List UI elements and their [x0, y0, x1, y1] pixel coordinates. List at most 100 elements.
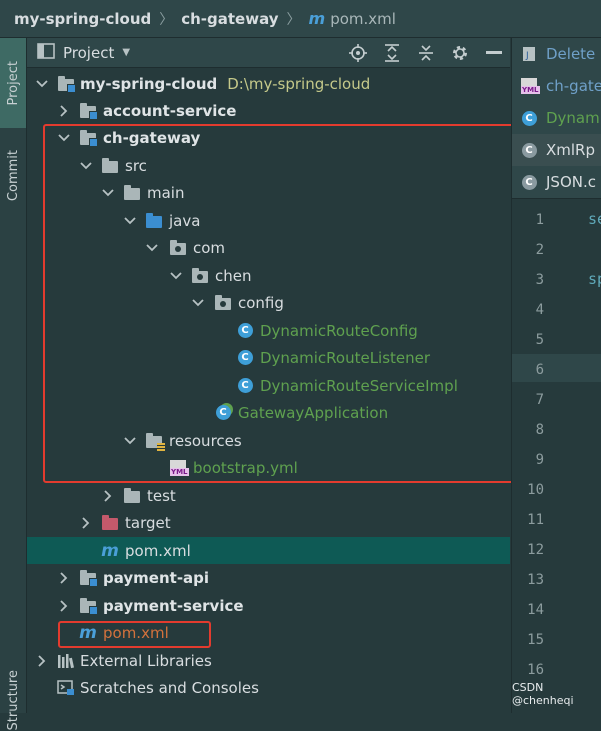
chevron-right-icon[interactable] — [79, 516, 93, 530]
tree-node-src[interactable]: src — [27, 152, 510, 179]
editor-tab[interactable]: C JSON.c — [512, 166, 601, 199]
chevron-right-icon[interactable] — [35, 654, 49, 668]
module-folder-icon — [57, 75, 76, 93]
folder-icon — [101, 157, 119, 175]
line-number: 5 — [535, 332, 544, 348]
java-file-icon: J — [521, 46, 537, 62]
line-number: 9 — [535, 452, 544, 468]
tree-node-label: target — [125, 513, 171, 532]
yml-file-icon: YML — [521, 78, 540, 94]
tree-node-payment-service[interactable]: payment-service — [27, 592, 510, 619]
tree-node-ch-gateway[interactable]: ch-gateway — [27, 124, 510, 151]
chevron-right-icon[interactable] — [57, 104, 71, 118]
watermark: CSDN @chenheqi — [512, 681, 574, 707]
tree-node-config[interactable]: config — [27, 289, 510, 316]
tool-tab-commit[interactable]: Commit — [0, 136, 26, 216]
maven-icon: m — [79, 622, 97, 643]
breadcrumb-module[interactable]: ch-gateway — [181, 10, 278, 28]
chevron-down-icon[interactable] — [123, 214, 137, 228]
tree-node-target[interactable]: target — [27, 509, 510, 536]
chevron-down-icon[interactable] — [57, 131, 71, 145]
tree-node-resources[interactable]: resources — [27, 427, 510, 454]
breadcrumb-project[interactable]: my-spring-cloud — [14, 10, 151, 28]
chevron-right-icon[interactable] — [101, 489, 115, 503]
java-class-icon: C — [236, 377, 254, 395]
tree-node-external-libraries[interactable]: External Libraries — [27, 647, 510, 674]
tree-node-pom-selected[interactable]: m pom.xml — [27, 537, 510, 564]
tree-node-root-pom[interactable]: m pom.xml — [27, 619, 510, 646]
chevron-right-icon[interactable] — [57, 599, 71, 613]
editor-tab[interactable]: C Dynam — [512, 102, 601, 135]
tree-node-label: bootstrap.yml — [193, 458, 298, 477]
java-class-icon: C — [521, 110, 537, 126]
tree-node-java[interactable]: java — [27, 207, 510, 234]
tree-node-com[interactable]: com — [27, 234, 510, 261]
tree-node-scratches[interactable]: Scratches and Consoles — [27, 674, 510, 701]
editor-tab-label: Dynam — [546, 109, 600, 127]
tree-node-label: my-spring-cloud D:\my-spring-cloud — [80, 75, 370, 93]
tree-node-class[interactable]: C DynamicRouteConfig — [27, 317, 510, 344]
line-number: 1 — [535, 212, 544, 228]
java-class-icon: C — [236, 322, 254, 340]
editor-tab[interactable]: YML ch-gate — [512, 70, 601, 103]
chevron-right-icon[interactable] — [57, 571, 71, 585]
tree-node-label: test — [147, 486, 176, 505]
code-text[interactable]: sp — [588, 270, 601, 288]
tree-node-chen[interactable]: chen — [27, 262, 510, 289]
gear-icon[interactable] — [450, 43, 470, 63]
tree-node-test[interactable]: test — [27, 482, 510, 509]
line-number: 2 — [535, 242, 544, 258]
tree-node-main[interactable]: main — [27, 179, 510, 206]
line-number: 7 — [535, 392, 544, 408]
tree-node-label: pom.xml — [103, 623, 169, 642]
tool-tab-commit-label: Commit — [5, 150, 21, 202]
project-view-selector[interactable]: Project ▼ — [37, 42, 130, 63]
editor-area: J Delete YML ch-gate C Dynam C XmlRp C J… — [511, 38, 601, 713]
project-tree: my-spring-cloud D:\my-spring-cloud accoun… — [27, 70, 510, 713]
tree-node-class[interactable]: C DynamicRouteServiceImpl — [27, 372, 510, 399]
tree-node-label: payment-api — [103, 568, 210, 587]
editor-tab[interactable]: J Delete — [512, 38, 601, 71]
tool-tab-structure[interactable]: Structure — [0, 670, 26, 730]
expand-all-icon[interactable] — [382, 43, 402, 63]
tree-node-class[interactable]: C DynamicRouteListener — [27, 344, 510, 371]
maven-icon: m — [101, 540, 119, 561]
chevron-down-icon[interactable] — [35, 77, 49, 91]
tool-tab-project[interactable]: Project — [0, 38, 26, 128]
tree-node-label: payment-service — [103, 596, 244, 615]
editor-tab[interactable]: C XmlRp — [512, 134, 601, 167]
line-number: 8 — [535, 422, 544, 438]
chevron-down-icon[interactable] — [145, 241, 159, 255]
maven-icon: m — [308, 9, 326, 28]
tree-node-file[interactable]: YML bootstrap.yml — [27, 454, 510, 481]
chevron-down-icon[interactable] — [101, 186, 115, 200]
package-icon — [214, 294, 232, 312]
locate-icon[interactable] — [348, 43, 368, 63]
tree-node-class[interactable]: C GatewayApplication — [27, 399, 510, 426]
collapse-all-icon[interactable] — [416, 43, 436, 63]
code-text[interactable]: se — [588, 210, 601, 228]
line-number: 16 — [527, 662, 544, 678]
tool-window-stripe: Project Commit Structure — [0, 38, 27, 731]
line-number: 14 — [527, 602, 544, 618]
tree-node-label: resources — [169, 431, 242, 450]
tree-node-label: GatewayApplication — [238, 403, 389, 422]
java-class-icon: C — [521, 174, 537, 190]
chevron-down-icon[interactable] — [169, 269, 183, 283]
package-icon — [191, 267, 209, 285]
chevron-down-icon[interactable] — [191, 296, 205, 310]
tree-node-account-service[interactable]: account-service — [27, 97, 510, 124]
tree-node-payment-api[interactable]: payment-api — [27, 564, 510, 591]
chevron-down-icon[interactable] — [79, 159, 93, 173]
chevron-down-icon[interactable] — [123, 434, 137, 448]
tree-node-label: Scratches and Consoles — [80, 678, 259, 697]
hide-icon[interactable] — [484, 43, 504, 63]
module-folder-icon — [79, 597, 98, 615]
tool-tab-project-label: Project — [5, 60, 21, 106]
tree-node-label: src — [125, 156, 147, 175]
java-class-icon: C — [236, 349, 254, 367]
tree-node-label: java — [169, 211, 201, 230]
tree-node-root[interactable]: my-spring-cloud D:\my-spring-cloud — [27, 70, 510, 97]
line-number: 4 — [535, 302, 544, 318]
breadcrumb-file[interactable]: pom.xml — [330, 10, 396, 28]
